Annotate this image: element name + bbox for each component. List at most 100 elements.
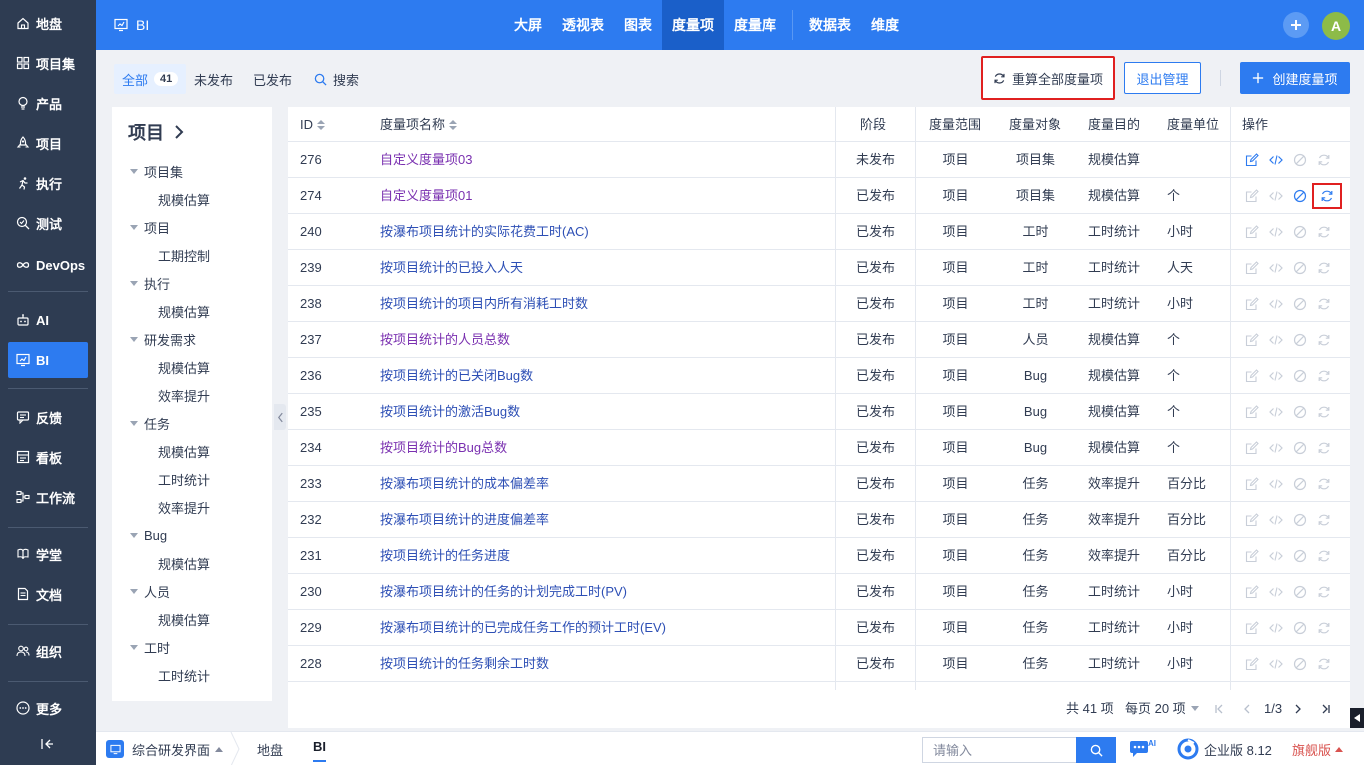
cell-metric-name-link[interactable]: 按项目统计的任务剩余工时数 — [380, 646, 820, 682]
implement-button[interactable] — [1264, 148, 1288, 172]
implement-button[interactable] — [1264, 184, 1288, 208]
tree-leaf[interactable]: 规模估算 — [158, 553, 210, 573]
implement-button[interactable] — [1264, 292, 1288, 316]
delist-button[interactable] — [1288, 436, 1312, 460]
tree-leaf[interactable]: 规模估算 — [158, 441, 210, 461]
flagship-button[interactable]: 旗舰版 — [1292, 732, 1344, 765]
sidebar-item-feedback[interactable]: 反馈 — [8, 399, 88, 435]
cell-metric-name-link[interactable]: 按项目统计的已关闭Bug数 — [380, 358, 820, 394]
cell-metric-name-link[interactable]: 按项目统计的激活Bug数 — [380, 394, 820, 430]
edit-button[interactable] — [1240, 292, 1264, 316]
tree-leaf[interactable]: 工时统计 — [158, 469, 210, 489]
taskbar-crumb-dashboard[interactable]: 地盘 — [257, 732, 283, 765]
implement-button[interactable] — [1264, 580, 1288, 604]
tree-group[interactable]: 项目 — [130, 217, 170, 237]
cell-metric-name-link[interactable]: 按瀑布项目统计的成本偏差率 — [380, 466, 820, 502]
workspace-switcher[interactable]: 综合研发界面 — [106, 732, 224, 765]
taskbar-search-button[interactable] — [1076, 737, 1116, 763]
exit-manage-button[interactable]: 退出管理 — [1124, 62, 1201, 94]
tab-search[interactable]: 搜索 — [314, 64, 359, 94]
sidebar-item-infinity[interactable]: DevOps — [8, 247, 88, 283]
edit-button[interactable] — [1240, 580, 1264, 604]
implement-button[interactable] — [1264, 364, 1288, 388]
recalc-button[interactable] — [1312, 472, 1336, 496]
nav-dashboard-screen[interactable]: 大屏 — [504, 0, 552, 50]
implement-button[interactable] — [1264, 616, 1288, 640]
tab-all[interactable]: 全部 41 — [114, 64, 187, 94]
sidebar-item-rocket[interactable]: 项目 — [8, 125, 88, 161]
tree-group[interactable]: 工时 — [130, 637, 170, 657]
recalc-button[interactable] — [1312, 652, 1336, 676]
cell-metric-name-link[interactable]: 按项目统计的项目内所有消耗工时数 — [380, 286, 820, 322]
cell-metric-name-link[interactable]: 按项目统计的Bug总数 — [380, 430, 820, 466]
tree-leaf[interactable]: 效率提升 — [158, 385, 210, 405]
tree-leaf[interactable]: 工期控制 — [158, 245, 210, 265]
edit-button[interactable] — [1240, 544, 1264, 568]
edit-button[interactable] — [1240, 364, 1264, 388]
recalc-button[interactable] — [1312, 616, 1336, 640]
delist-button[interactable] — [1288, 148, 1312, 172]
edit-button[interactable] — [1240, 148, 1264, 172]
delist-button[interactable] — [1288, 544, 1312, 568]
global-add-button[interactable] — [1283, 12, 1309, 38]
delist-button[interactable] — [1288, 184, 1312, 208]
nav-metric-library[interactable]: 度量库 — [724, 0, 786, 50]
cell-metric-name-link[interactable]: 自定义度量项03 — [380, 142, 820, 178]
collapse-sidebar-button[interactable] — [40, 737, 56, 753]
nav-pivot-table[interactable]: 透视表 — [552, 0, 614, 50]
implement-button[interactable] — [1264, 436, 1288, 460]
sidebar-item-school[interactable]: 学堂 — [8, 536, 88, 572]
nav-chart[interactable]: 图表 — [614, 0, 662, 50]
implement-button[interactable] — [1264, 544, 1288, 568]
taskbar-search-input[interactable] — [922, 737, 1077, 763]
tree-group[interactable]: 任务 — [130, 413, 170, 433]
th-id[interactable]: ID — [300, 107, 325, 142]
sidebar-item-more[interactable]: 更多 — [8, 690, 88, 726]
implement-button[interactable] — [1264, 400, 1288, 424]
delist-button[interactable] — [1288, 256, 1312, 280]
tab-published[interactable]: 已发布 — [253, 64, 292, 94]
tree-leaf[interactable]: 规模估算 — [158, 189, 210, 209]
tree-leaf[interactable]: 效率提升 — [158, 497, 210, 517]
tab-unpublished[interactable]: 未发布 — [194, 64, 233, 94]
delist-button[interactable] — [1288, 400, 1312, 424]
recalc-button[interactable] — [1312, 220, 1336, 244]
tree-leaf[interactable]: 规模估算 — [158, 357, 210, 377]
tree-group[interactable]: 研发需求 — [130, 329, 196, 349]
recalc-button[interactable] — [1312, 183, 1342, 209]
sidebar-item-doc[interactable]: 文档 — [8, 576, 88, 612]
delist-button[interactable] — [1288, 220, 1312, 244]
recalc-button[interactable] — [1312, 364, 1336, 388]
delist-button[interactable] — [1288, 580, 1312, 604]
edition-info[interactable]: 企业版 8.12 — [1177, 732, 1272, 765]
recalc-button[interactable] — [1312, 148, 1336, 172]
recalc-button[interactable] — [1312, 544, 1336, 568]
edit-button[interactable] — [1240, 184, 1264, 208]
delist-button[interactable] — [1288, 508, 1312, 532]
edit-button[interactable] — [1240, 328, 1264, 352]
tree-leaf[interactable]: 工时统计 — [158, 665, 210, 685]
edit-button[interactable] — [1240, 508, 1264, 532]
delist-button[interactable] — [1288, 472, 1312, 496]
cell-metric-name-link[interactable]: 按瀑布项目统计的任务的计划完成工时(PV) — [380, 574, 820, 610]
implement-button[interactable] — [1264, 256, 1288, 280]
edit-button[interactable] — [1240, 256, 1264, 280]
ai-chat-button[interactable]: AI — [1128, 732, 1158, 765]
tree-leaf[interactable]: 规模估算 — [158, 301, 210, 321]
pager-per-page-select[interactable]: 每页 20 项 — [1125, 690, 1199, 728]
recalc-button[interactable] — [1312, 256, 1336, 280]
delist-button[interactable] — [1288, 652, 1312, 676]
implement-button[interactable] — [1264, 220, 1288, 244]
sidebar-item-home[interactable]: 地盘 — [8, 5, 88, 41]
create-metric-button[interactable]: 创建度量项 — [1240, 62, 1350, 94]
edit-button[interactable] — [1240, 616, 1264, 640]
tree-group[interactable]: 执行 — [130, 273, 170, 293]
sidebar-item-people[interactable]: 组织 — [8, 633, 88, 669]
right-panel-toggle[interactable] — [1350, 708, 1364, 728]
recalc-button[interactable] — [1312, 436, 1336, 460]
tree-leaf[interactable]: 规模估算 — [158, 609, 210, 629]
recalc-button[interactable] — [1312, 508, 1336, 532]
edit-button[interactable] — [1240, 400, 1264, 424]
first-page-button[interactable] — [1212, 702, 1226, 716]
implement-button[interactable] — [1264, 328, 1288, 352]
